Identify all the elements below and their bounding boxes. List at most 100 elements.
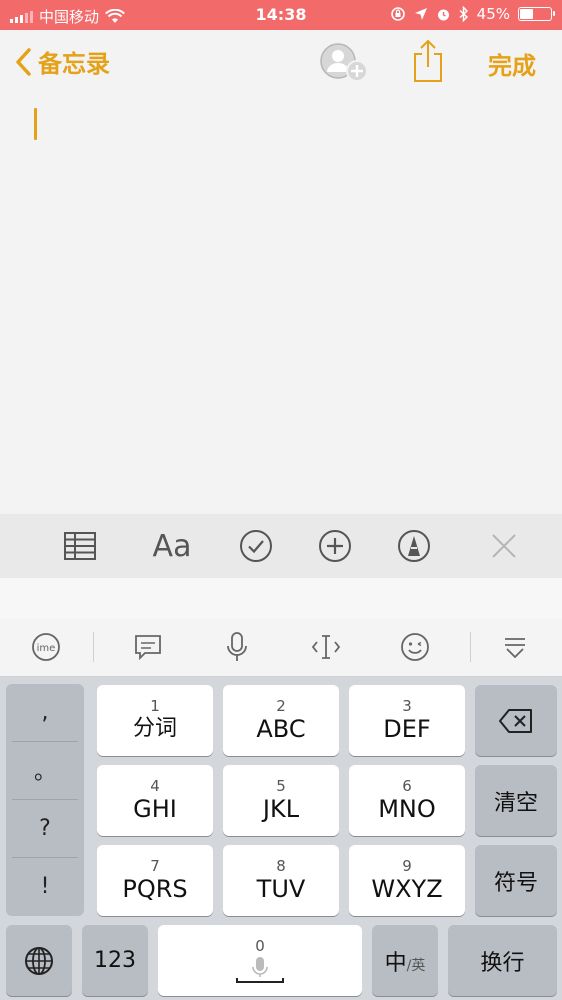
bluetooth-icon [459,6,468,22]
pen-circle-icon [398,530,430,562]
microphone-icon [227,632,247,661]
table-icon [64,532,96,560]
ime-separator [93,632,94,662]
t9-key-8[interactable]: 8 TUV [223,845,339,916]
text-style-button[interactable]: Aa [150,528,194,564]
text-cursor-icon [311,635,341,659]
globe-icon [25,946,53,975]
punct-key[interactable]: ! [6,858,84,914]
key-number: 2 [276,696,286,715]
punct-key[interactable]: ? [6,800,84,856]
lang-main: 中 [384,950,407,976]
t9-key-6[interactable]: 6 MNO [349,765,465,836]
punct-key[interactable]: 。 [6,742,84,798]
symbol-label: 符号 [493,870,538,896]
key-number: 3 [402,696,412,715]
key-number: 8 [276,856,286,875]
symbol-button[interactable]: 符号 [475,845,557,916]
key-label: TUV [256,874,306,903]
format-toolbar: Aa [0,514,562,578]
voice-input-button[interactable] [219,630,255,664]
backspace-icon [499,708,532,733]
key-label: DEF [383,714,431,743]
delete-button[interactable] [475,685,557,756]
return-label: 换行 [480,950,525,976]
key-label: GHI [133,794,177,823]
space-key[interactable]: 0 [158,925,362,996]
close-icon [492,534,516,558]
close-toolbar-button[interactable] [484,528,524,564]
collapse-keyboard-icon [505,638,525,659]
chevron-left-icon [16,47,31,76]
checkmark-circle-icon [240,530,272,562]
space-number: 0 [255,936,265,955]
battery-icon [518,7,555,21]
t9-key-9[interactable]: 9 WXYZ [349,845,465,916]
svg-text:ime: ime [37,643,56,654]
orientation-lock-icon [390,7,405,21]
t9-key-7[interactable]: 7 PQRS [97,845,213,916]
message-icon [135,635,161,661]
t9-key-3[interactable]: 3 DEF [349,685,465,756]
done-button[interactable]: 完成 [488,46,536,81]
checklist-button[interactable] [236,528,276,564]
location-icon [414,8,427,20]
clear-button[interactable]: 清空 [475,765,557,836]
key-number: 4 [150,776,160,795]
plus-circle-icon [319,530,351,562]
key-label: 分词 [132,715,177,741]
quick-phrase-button[interactable] [130,630,166,664]
key-label: PQRS [122,874,188,903]
back-label: 备忘录 [38,50,110,78]
t9-key-2[interactable]: 2 ABC [223,685,339,756]
key-number: 6 [402,776,412,795]
share-icon [414,39,442,82]
back-button[interactable]: 备忘录 [14,44,110,79]
key-number: 1 [150,696,160,715]
language-toggle-label: 中/英 [385,945,426,977]
nav-bar: 备忘录 完成 [0,30,562,96]
space-mic-icon [236,956,284,983]
ime-toolbar: ime [0,618,562,677]
add-people-button[interactable] [318,41,370,89]
text-cursor [34,108,37,140]
key-label: MNO [378,794,436,823]
insert-button[interactable] [315,528,355,564]
share-button[interactable] [410,38,446,88]
globe-button[interactable] [6,925,72,996]
punct-key[interactable]: , [6,684,84,740]
emoji-button[interactable] [397,630,433,664]
hide-keyboard-button[interactable] [497,630,533,664]
t9-key-1[interactable]: 1 分词 [97,685,213,756]
markup-button[interactable] [394,528,434,564]
key-number: 7 [150,856,160,875]
numbers-button[interactable]: 123 [82,925,148,996]
ime-logo-icon: ime [32,633,60,661]
cursor-move-button[interactable] [308,630,344,664]
language-toggle-button[interactable]: 中/英 [372,925,438,996]
t9-key-4[interactable]: 4 GHI [97,765,213,836]
status-right: 45% [390,5,555,23]
candidate-strip [0,578,562,619]
keyboard: , 。 ? ! 1 分词 2 ABC 3 DEF 4 GHI 5 JKL 6 M… [0,677,562,1000]
return-button[interactable]: 换行 [448,925,557,996]
add-person-icon [320,43,368,82]
key-label: ABC [256,714,306,743]
ime-separator [470,632,471,662]
ime-logo-button[interactable]: ime [28,630,64,664]
note-editor[interactable] [0,96,562,514]
battery-percent: 45% [476,5,510,23]
t9-key-5[interactable]: 5 JKL [223,765,339,836]
key-label: JKL [262,794,300,823]
table-button[interactable] [60,528,100,564]
lang-sub: /英 [406,957,426,974]
clear-label: 清空 [493,790,538,816]
smiley-icon [401,633,429,661]
alarm-icon [437,9,449,20]
key-number: 9 [402,856,412,875]
key-number: 5 [276,776,286,795]
status-bar: 中国移动 14:38 45% [0,0,562,30]
punctuation-column: , 。 ? ! [6,684,84,916]
key-label: WXYZ [371,874,443,903]
numbers-label: 123 [94,948,136,973]
